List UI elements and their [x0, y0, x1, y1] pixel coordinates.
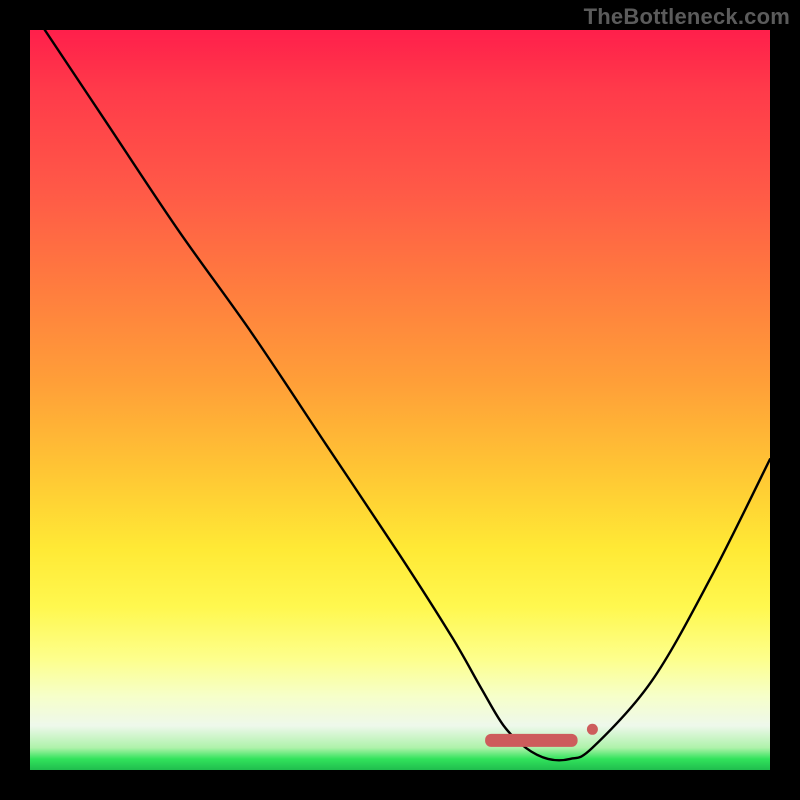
- chart-frame: TheBottleneck.com: [0, 0, 800, 800]
- bottleneck-curve: [45, 30, 770, 760]
- plot-area: [30, 30, 770, 770]
- bottleneck-curve-svg: [30, 30, 770, 770]
- watermark-text: TheBottleneck.com: [584, 4, 790, 30]
- optimal-range-end-dot: [587, 724, 598, 735]
- optimal-range-pill: [485, 734, 577, 747]
